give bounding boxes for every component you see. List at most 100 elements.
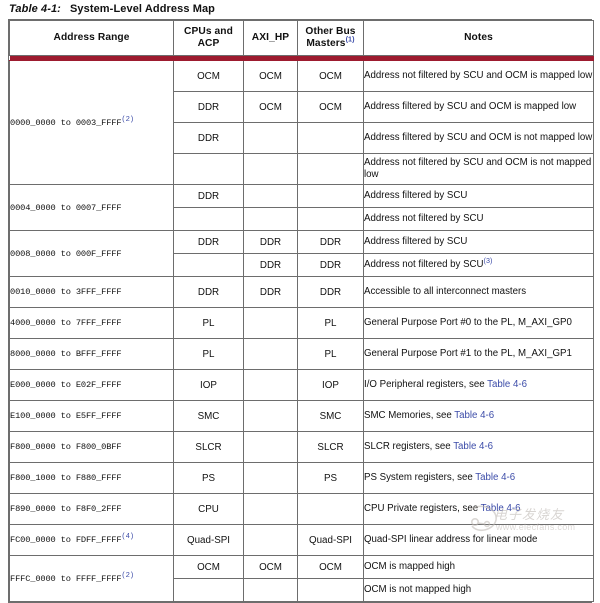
address-range-text: E000_0000 to E02F_FFFF bbox=[10, 380, 122, 390]
notes-cell: Address filtered by SCU bbox=[363, 184, 594, 208]
notes-cell: General Purpose Port #0 to the PL, M_AXI… bbox=[363, 307, 594, 339]
address-range-text: F890_0000 to F8F0_2FFF bbox=[10, 504, 122, 514]
address-range-footnote-marker: (4) bbox=[121, 533, 134, 542]
notes-text: Address filtered by SCU bbox=[364, 235, 468, 247]
table-row: 0000_0000 to 0003_FFFF(2) OCM OCM OCM Addres… bbox=[9, 60, 594, 185]
notes-text: SMC Memories, see bbox=[364, 409, 455, 421]
address-range-cell: FFFC_0000 to FFFF_FFFF(2) bbox=[9, 555, 174, 602]
master-cell-other-bus: DDR bbox=[297, 253, 364, 277]
notes-text: Quad-SPI linear address for linear mode bbox=[364, 533, 538, 545]
column-header-notes: Notes bbox=[363, 20, 594, 56]
address-map-table-container: Address Range CPUs and ACP AXI_HP Other … bbox=[8, 19, 594, 603]
address-range-cell: 4000_0000 to 7FFF_FFFF bbox=[9, 307, 174, 339]
master-cell-axi-hp: OCM bbox=[243, 91, 298, 123]
address-range-cell: 0004_0000 to 0007_FFFF bbox=[9, 184, 174, 231]
master-cell-cpu-acp: DDR bbox=[173, 122, 244, 154]
master-cell-axi-hp bbox=[243, 524, 298, 556]
master-cell-axi-hp bbox=[243, 207, 298, 231]
master-cell-cpu-acp: SLCR bbox=[173, 431, 244, 463]
master-cell-cpu-acp bbox=[173, 253, 244, 277]
notes-text: SLCR registers, see bbox=[364, 440, 454, 452]
master-cell-cpu-acp: Quad-SPI bbox=[173, 524, 244, 556]
master-cell-other-bus: OCM bbox=[297, 60, 364, 92]
table-row: 0010_0000 to 3FFF_FFFF DDR DDR DDR Accessibl… bbox=[9, 276, 594, 308]
master-cell-other-bus: IOP bbox=[297, 369, 364, 401]
table-row: F800_1000 to F880_FFFF PS PS PS System regi… bbox=[9, 462, 594, 494]
master-cell-axi-hp: DDR bbox=[243, 253, 298, 277]
master-cell-cpu-acp: IOP bbox=[173, 369, 244, 401]
master-cell-axi-hp bbox=[243, 184, 298, 208]
notes-cell: CPU Private registers, see Table 4-6 bbox=[363, 493, 594, 525]
master-cell-other-bus: SLCR bbox=[297, 431, 364, 463]
master-cell-axi-hp bbox=[243, 431, 298, 463]
master-cell-other-bus bbox=[297, 207, 364, 231]
column-header-axi-hp: AXI_HP bbox=[243, 20, 298, 56]
address-range-text: FFFC_0000 to FFFF_FFFF bbox=[10, 573, 122, 584]
notes-table-reference-link[interactable]: Table 4-6 bbox=[475, 472, 515, 483]
master-cell-other-bus: PL bbox=[297, 338, 364, 370]
master-cell-axi-hp bbox=[243, 122, 298, 154]
notes-cell: SMC Memories, see Table 4-6 bbox=[363, 400, 594, 432]
address-range-cell: 0000_0000 to 0003_FFFF(2) bbox=[9, 60, 174, 185]
notes-table-reference-link[interactable]: Table 4-6 bbox=[453, 441, 493, 452]
master-cell-cpu-acp: SMC bbox=[173, 400, 244, 432]
address-range-text: F800_1000 to F880_FFFF bbox=[10, 473, 122, 483]
table-caption: Table 4-1: System-Level Address Map bbox=[9, 2, 215, 17]
notes-text: OCM is mapped high bbox=[364, 560, 455, 572]
address-range-text: 0004_0000 to 0007_FFFF bbox=[10, 202, 122, 213]
table-caption-title: System-Level Address Map bbox=[69, 3, 215, 15]
table-row: F890_0000 to F8F0_2FFF CPU CPU Private reg… bbox=[9, 493, 594, 525]
notes-cell: General Purpose Port #1 to the PL, M_AXI… bbox=[363, 338, 594, 370]
table-row: 0004_0000 to 0007_FFFF DDR Address filtere… bbox=[9, 184, 594, 231]
notes-cell: Address filtered by SCU and OCM is not m… bbox=[363, 122, 594, 154]
master-cell-cpu-acp: OCM bbox=[173, 60, 244, 92]
address-range-cell: 0010_0000 to 3FFF_FFFF bbox=[9, 276, 174, 308]
table-row: 0008_0000 to 000F_FFFF DDR DDR DDR Address f… bbox=[9, 230, 594, 277]
master-cell-cpu-acp: DDR bbox=[173, 276, 244, 308]
master-cell-other-bus bbox=[297, 153, 364, 185]
notes-table-reference-link[interactable]: Table 4-6 bbox=[487, 379, 527, 390]
master-cell-cpu-acp bbox=[173, 207, 244, 231]
notes-text: Accessible to all interconnect masters bbox=[364, 285, 527, 297]
table-caption-label: Table 4-1: bbox=[9, 3, 61, 15]
notes-cell: Quad-SPI linear address for linear mode bbox=[363, 524, 594, 556]
master-cell-axi-hp bbox=[243, 153, 298, 185]
table-row: FFFC_0000 to FFFF_FFFF(2) OCM OCM OCM OCM is… bbox=[9, 555, 594, 602]
notes-text: CPU Private registers, see bbox=[364, 502, 481, 514]
address-range-cell: 0008_0000 to 000F_FFFF bbox=[9, 230, 174, 277]
master-cell-axi-hp: OCM bbox=[243, 555, 298, 579]
notes-text: I/O Peripheral registers, see bbox=[364, 378, 488, 390]
master-cell-cpu-acp bbox=[173, 153, 244, 185]
notes-cell: OCM is mapped high bbox=[363, 555, 594, 579]
master-cell-axi-hp bbox=[243, 462, 298, 494]
table-body: 0000_0000 to 0003_FFFF(2) OCM OCM OCM Addres… bbox=[9, 60, 594, 602]
notes-text: Address not filtered by SCU bbox=[364, 212, 484, 224]
address-range-text: FC00_0000 to FDFF_FFFF bbox=[10, 535, 122, 545]
table-row: E100_0000 to E5FF_FFFF SMC SMC SMC Memories… bbox=[9, 400, 594, 432]
table-row: E000_0000 to E02F_FFFF IOP IOP I/O Peripher… bbox=[9, 369, 594, 401]
notes-text: General Purpose Port #1 to the PL, M_AXI… bbox=[364, 347, 572, 359]
notes-table-reference-link[interactable]: Table 4-6 bbox=[481, 503, 521, 514]
column-header-other-bus-masters: Other Bus Masters(1) bbox=[297, 20, 364, 56]
master-cell-cpu-acp bbox=[173, 578, 244, 602]
master-cell-other-bus bbox=[297, 122, 364, 154]
master-cell-cpu-acp: PL bbox=[173, 307, 244, 339]
address-range-cell: F890_0000 to F8F0_2FFF bbox=[9, 493, 174, 525]
notes-text: Address filtered by SCU and OCM is mappe… bbox=[364, 100, 577, 112]
address-range-text: 4000_0000 to 7FFF_FFFF bbox=[10, 318, 122, 328]
notes-cell: Accessible to all interconnect masters bbox=[363, 276, 594, 308]
address-range-cell: 8000_0000 to BFFF_FFFF bbox=[9, 338, 174, 370]
notes-footnote-marker: (3) bbox=[483, 255, 493, 265]
master-cell-cpu-acp: PL bbox=[173, 338, 244, 370]
master-cell-cpu-acp: DDR bbox=[173, 184, 244, 208]
address-range-cell: F800_1000 to F880_FFFF bbox=[9, 462, 174, 494]
table-row: FC00_0000 to FDFF_FFFF(4) Quad-SPI Quad-SP… bbox=[9, 524, 594, 556]
master-cell-cpu-acp: PS bbox=[173, 462, 244, 494]
master-cell-other-bus: DDR bbox=[297, 230, 364, 254]
master-cell-other-bus: PL bbox=[297, 307, 364, 339]
address-range-text: 0000_0000 to 0003_FFFF bbox=[10, 117, 122, 128]
master-cell-axi-hp bbox=[243, 400, 298, 432]
notes-table-reference-link[interactable]: Table 4-6 bbox=[454, 410, 494, 421]
master-cell-axi-hp bbox=[243, 578, 298, 602]
master-cell-axi-hp bbox=[243, 369, 298, 401]
